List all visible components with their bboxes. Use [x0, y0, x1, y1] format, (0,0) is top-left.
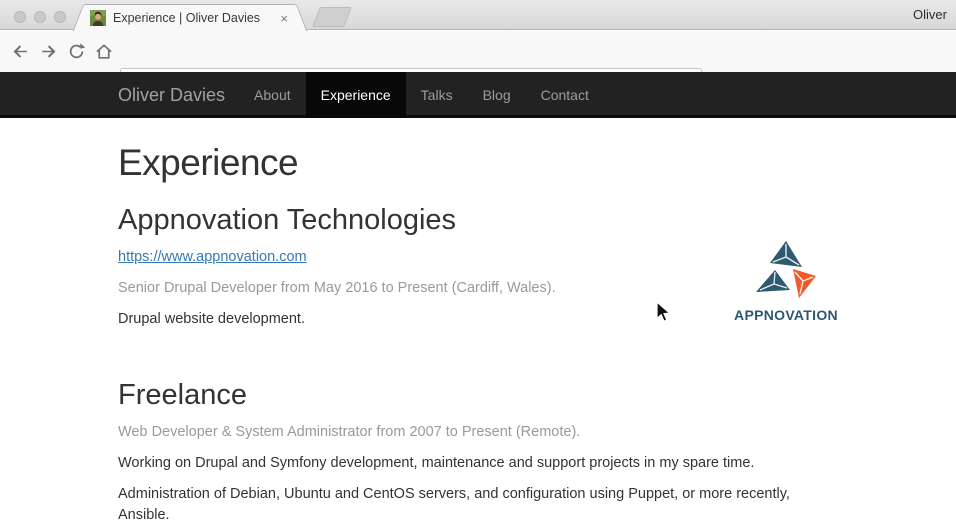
- site-navbar: Oliver Davies About Experience Talks Blo…: [0, 72, 956, 118]
- page-title: Experience: [118, 142, 838, 184]
- tab-close-icon[interactable]: ×: [278, 12, 290, 25]
- nav-item-blog[interactable]: Blog: [468, 72, 526, 118]
- favicon-avatar-icon: [90, 10, 106, 26]
- appnovation-logo-text: APPNOVATION: [726, 307, 846, 323]
- section-freelance: Freelance Web Developer & System Adminis…: [118, 379, 838, 526]
- freelance-heading: Freelance: [118, 379, 838, 412]
- home-button[interactable]: [90, 38, 118, 66]
- appnovation-link[interactable]: https://www.appnovation.com: [118, 249, 307, 265]
- traffic-lights: [14, 11, 66, 23]
- titlebar: Experience | Oliver Davies × Oliver: [0, 0, 956, 30]
- profile-name[interactable]: Oliver: [913, 7, 947, 22]
- freelance-role-meta: Web Developer & System Administrator fro…: [118, 422, 838, 443]
- reload-button[interactable]: [62, 38, 90, 66]
- nav-buttons: [6, 31, 118, 72]
- page-content: Experience Appnovation Technologies http…: [0, 121, 956, 523]
- tab-experience[interactable]: Experience | Oliver Davies ×: [86, 4, 294, 31]
- site-brand[interactable]: Oliver Davies: [118, 72, 225, 118]
- freelance-description-1: Working on Drupal and Symfony developmen…: [118, 453, 838, 474]
- browser-toolbar: Secure https://www.oliverdavies.uk/exper…: [0, 31, 956, 72]
- nav-item-talks[interactable]: Talks: [406, 72, 468, 118]
- appnovation-logo: APPNOVATION: [726, 241, 846, 323]
- appnovation-heading: Appnovation Technologies: [118, 204, 838, 237]
- new-tab-button[interactable]: [312, 7, 352, 27]
- nav-item-contact[interactable]: Contact: [526, 72, 604, 118]
- minimize-window-button[interactable]: [34, 11, 46, 23]
- nav-item-about[interactable]: About: [239, 72, 306, 118]
- appnovation-logo-mark: [755, 241, 817, 299]
- freelance-description-2: Administration of Debian, Ubuntu and Cen…: [118, 484, 838, 526]
- close-window-button[interactable]: [14, 11, 26, 23]
- zoom-window-button[interactable]: [54, 11, 66, 23]
- tab-title: Experience | Oliver Davies: [113, 11, 271, 25]
- forward-button[interactable]: [34, 38, 62, 66]
- nav-item-experience[interactable]: Experience: [306, 72, 406, 118]
- back-button[interactable]: [6, 38, 34, 66]
